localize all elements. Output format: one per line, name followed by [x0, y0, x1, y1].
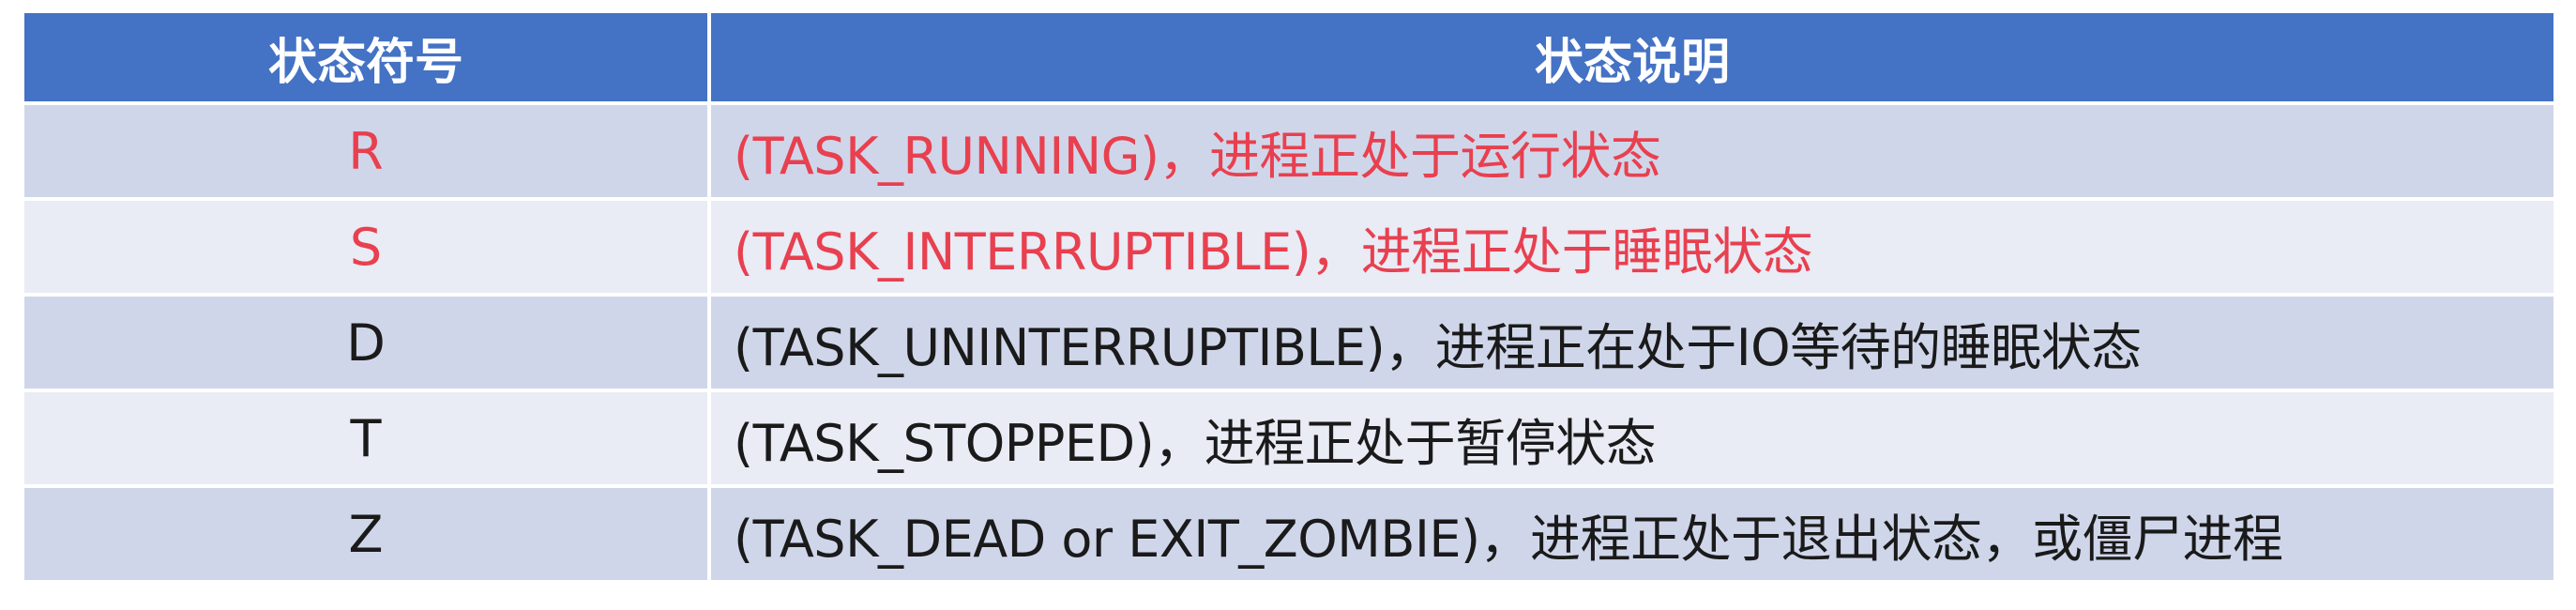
- table-row-t: T (TASK_STOPPED)，进程正处于暂停状态: [24, 390, 2553, 488]
- table-row-s: S (TASK_INTERRUPTIBLE)，进程正处于睡眠状态: [24, 199, 2553, 297]
- table-header-row: 状态符号 状态说明: [24, 13, 2553, 105]
- state-description: (TASK_RUNNING)，进程正处于运行状态: [709, 103, 2553, 201]
- state-description: (TASK_INTERRUPTIBLE)，进程正处于睡眠状态: [709, 199, 2553, 297]
- state-description: (TASK_UNINTERRUPTIBLE)，进程正在处于IO等待的睡眠状态: [709, 295, 2553, 392]
- table-row-d: D (TASK_UNINTERRUPTIBLE)，进程正在处于IO等待的睡眠状态: [24, 295, 2553, 392]
- state-description: (TASK_STOPPED)，进程正处于暂停状态: [709, 390, 2553, 488]
- state-symbol: R: [24, 103, 711, 201]
- state-symbol: T: [24, 390, 711, 488]
- process-state-table: 状态符号 状态说明 R (TASK_RUNNING)，进程正处于运行状态 S (…: [24, 13, 2553, 584]
- table-row-z: Z (TASK_DEAD or EXIT_ZOMBIE)，进程正处于退出状态，或…: [24, 486, 2553, 584]
- table-row-r: R (TASK_RUNNING)，进程正处于运行状态: [24, 103, 2553, 201]
- state-symbol: Z: [24, 486, 711, 584]
- state-description: (TASK_DEAD or EXIT_ZOMBIE)，进程正处于退出状态，或僵尸…: [709, 486, 2553, 584]
- process-state-table-container: 状态符号 状态说明 R (TASK_RUNNING)，进程正处于运行状态 S (…: [24, 13, 2553, 584]
- header-description: 状态说明: [709, 13, 2553, 105]
- header-symbol: 状态符号: [24, 13, 711, 105]
- state-symbol: S: [24, 199, 711, 297]
- state-symbol: D: [24, 295, 711, 392]
